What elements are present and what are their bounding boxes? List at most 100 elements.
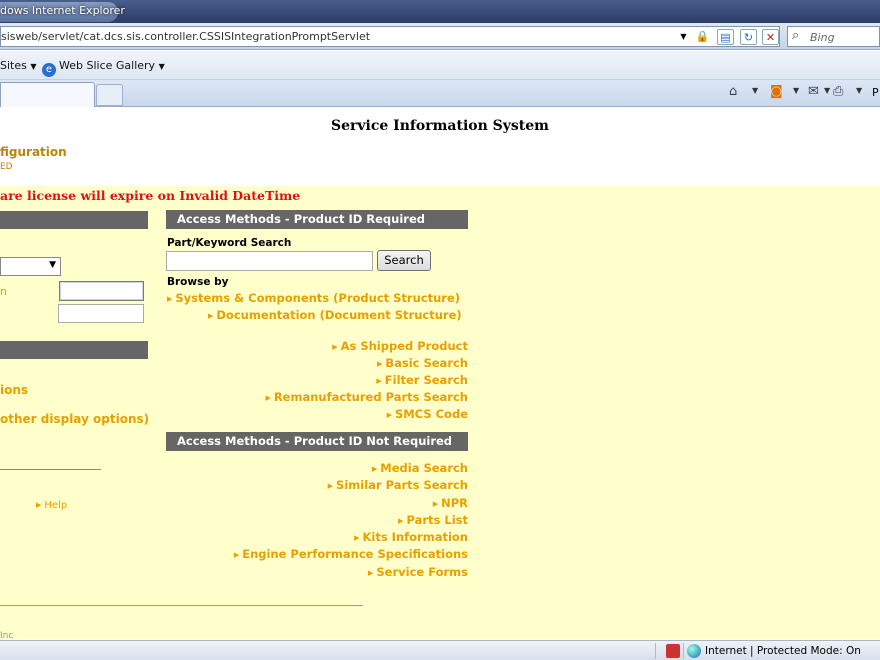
triangle-icon: ▶: [354, 534, 360, 542]
configuration-label: figuration: [0, 145, 67, 159]
serial-number-input[interactable]: [59, 281, 144, 301]
favorites-bar: Sites ▼ e Web Slice Gallery ▼: [0, 51, 880, 80]
engine-performance-link[interactable]: ▶ Engine Performance Specifications: [234, 547, 468, 561]
ie-icon: e: [42, 63, 56, 77]
tab-row: ⌂ ▼ ◙ ▼ ✉ ▼ ⎙ ▼ P: [0, 80, 880, 107]
link-label: Engine Performance Specifications: [242, 547, 468, 561]
filter-search-link[interactable]: ▶ Filter Search: [376, 373, 468, 387]
options-link[interactable]: ions: [0, 383, 28, 397]
remanufactured-parts-link[interactable]: ▶ Remanufactured Parts Search: [265, 390, 468, 404]
lock-icon[interactable]: 🔒: [694, 29, 711, 45]
link-label: Filter Search: [384, 373, 468, 387]
search-input[interactable]: ⌕ Bing: [787, 26, 880, 47]
similar-parts-link[interactable]: ▶ Similar Parts Search: [328, 478, 468, 492]
link-label: Documentation (Document Structure): [216, 308, 462, 322]
page-title: Service Information System: [331, 118, 549, 134]
help-label: Help: [44, 500, 68, 511]
page-menu-label[interactable]: P: [872, 86, 879, 99]
smcs-code-link[interactable]: ▶ SMCS Code: [387, 407, 468, 421]
search-icon: ⌕: [792, 28, 800, 43]
service-forms-link[interactable]: ▶ Service Forms: [368, 565, 468, 579]
favorite-label: Web Slice Gallery: [59, 59, 156, 72]
address-toolbar: sisweb/servlet/cat.dcs.sis.controller.CS…: [0, 23, 880, 50]
chevron-down-icon[interactable]: ▼: [752, 86, 758, 95]
tab-current[interactable]: [0, 82, 95, 107]
triangle-icon: ▶: [368, 569, 374, 577]
link-label: Remanufactured Parts Search: [273, 390, 468, 404]
stop-icon[interactable]: ✕: [762, 29, 779, 45]
favorite-label: Sites: [0, 59, 27, 72]
parts-list-link[interactable]: ▶ Parts List: [398, 513, 468, 527]
triangle-icon: ▶: [327, 482, 334, 490]
id-required-header: Access Methods - Product ID Required: [166, 210, 468, 229]
new-tab-button[interactable]: [96, 84, 123, 106]
product-select[interactable]: ▼: [0, 257, 61, 276]
secondary-input[interactable]: [58, 304, 144, 323]
address-dropdown-icon[interactable]: ▼: [675, 29, 692, 45]
status-bar: Internet | Protected Mode: On: [0, 640, 880, 660]
address-bar[interactable]: sisweb/servlet/cat.dcs.sis.controller.CS…: [0, 26, 780, 47]
display-options-link[interactable]: other display options): [0, 412, 149, 426]
triangle-icon: ▶: [371, 465, 378, 473]
configuration-sublabel: ED: [0, 162, 13, 172]
popup-blocker-icon[interactable]: [666, 644, 680, 658]
address-url[interactable]: sisweb/servlet/cat.dcs.sis.controller.CS…: [1, 30, 370, 43]
basic-search-link[interactable]: ▶ Basic Search: [377, 356, 468, 370]
globe-icon: [687, 644, 701, 658]
mail-icon[interactable]: ✉: [808, 84, 819, 99]
keyword-search-input[interactable]: [166, 251, 373, 271]
link-label: Systems & Components (Product Structure): [175, 291, 461, 305]
chevron-down-icon[interactable]: ▼: [793, 86, 799, 95]
triangle-icon: ▶: [167, 295, 173, 303]
browse-by-label: Browse by: [167, 276, 229, 288]
refresh-icon[interactable]: ↻: [740, 29, 757, 45]
triangle-icon: ▶: [376, 360, 383, 368]
favorite-suggested-sites[interactable]: Sites ▼: [0, 59, 37, 72]
page-header: Service Information System figuration ED: [0, 108, 880, 186]
triangle-icon: ▶: [233, 551, 240, 559]
link-label: Parts List: [406, 513, 468, 527]
feeds-icon[interactable]: ◙: [770, 84, 783, 99]
triangle-icon: ▶: [432, 500, 439, 508]
link-label: As Shipped Product: [340, 339, 468, 353]
systems-components-link[interactable]: ▶ Systems & Components (Product Structure…: [167, 291, 460, 305]
divider: [0, 469, 101, 470]
search-button[interactable]: Search: [377, 250, 431, 271]
triangle-icon: ▶: [386, 411, 392, 419]
triangle-icon: ▶: [208, 312, 214, 320]
help-link[interactable]: ▶ Help: [36, 500, 67, 511]
chevron-down-icon: ▼: [158, 62, 165, 71]
link-label: Similar Parts Search: [336, 478, 468, 492]
link-label: NPR: [441, 496, 468, 510]
status-separator: [683, 643, 684, 659]
triangle-icon: ▶: [376, 377, 382, 385]
media-search-link[interactable]: ▶ Media Search: [372, 461, 468, 475]
link-label: Media Search: [380, 461, 468, 475]
left-section-header-2: [0, 341, 148, 359]
chevron-down-icon[interactable]: ▼: [856, 86, 862, 95]
link-label: Basic Search: [385, 356, 468, 370]
chevron-down-icon: ▼: [30, 62, 37, 71]
search-placeholder: Bing: [810, 31, 835, 44]
zone-status[interactable]: Internet | Protected Mode: On: [705, 645, 861, 657]
left-section-header: [0, 211, 148, 229]
compatibility-view-icon[interactable]: ▤: [717, 29, 734, 45]
chevron-down-icon[interactable]: ▼: [824, 86, 830, 95]
documentation-link[interactable]: ▶ Documentation (Document Structure): [208, 308, 462, 322]
window-title: dows Internet Explorer: [0, 4, 125, 17]
triangle-icon: ▶: [265, 394, 271, 402]
home-icon[interactable]: ⌂: [729, 84, 737, 99]
triangle-icon: ▶: [36, 501, 42, 509]
window-title-bar: dows Internet Explorer: [0, 0, 880, 23]
kits-information-link[interactable]: ▶ Kits Information: [354, 530, 468, 544]
npr-link[interactable]: ▶ NPR: [433, 496, 468, 510]
triangle-icon: ▶: [332, 343, 338, 351]
favorite-web-slice-gallery[interactable]: e Web Slice Gallery ▼: [42, 59, 165, 77]
as-shipped-link[interactable]: ▶ As Shipped Product: [332, 339, 468, 353]
link-label: Service Forms: [376, 565, 468, 579]
print-icon[interactable]: ⎙: [833, 84, 843, 99]
link-label: SMCS Code: [394, 407, 468, 421]
id-not-required-header: Access Methods - Product ID Not Required: [166, 432, 468, 451]
left-link[interactable]: n: [0, 285, 7, 298]
chevron-down-icon: ▼: [49, 260, 56, 270]
